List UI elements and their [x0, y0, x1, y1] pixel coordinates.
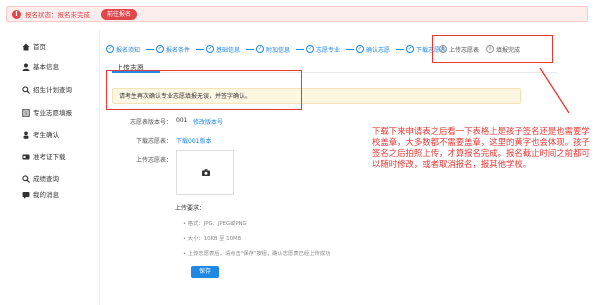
requirement-item: • 格式：JPG、JPEG或PNG: [183, 221, 247, 227]
step-label: 确认志愿: [366, 46, 391, 54]
annotation-highlight-steps: [432, 35, 553, 63]
form-icon: [22, 109, 30, 117]
step-preference-major[interactable]: ✓ 志愿专业: [306, 43, 340, 55]
magnifier-icon: [22, 175, 30, 183]
user-icon: [22, 63, 30, 71]
sidebar-item-label: 准考证下载: [33, 153, 66, 161]
version-value: 001: [176, 117, 188, 124]
sidebar-item-home[interactable]: 首页: [6, 39, 96, 55]
check-icon: ✓: [106, 45, 114, 53]
step-conditions[interactable]: ✓ 报名条件: [156, 43, 190, 55]
sidebar: 首页 基本信息 招生计划查询 专业志愿填报 考生确认 准考证下载 成绩查询 我的…: [6, 34, 96, 300]
edit-version-link[interactable]: 修改版本号: [193, 117, 223, 126]
home-icon: [22, 43, 30, 51]
check-icon: ✓: [306, 45, 314, 53]
sidebar-item-label: 招生计划查询: [33, 86, 72, 94]
sidebar-item-label: 专业志愿填报: [33, 109, 72, 117]
step-label: 基础信息: [216, 46, 241, 54]
step-connector: [296, 49, 304, 50]
annotation-text: 下载下来申请表之后看一下表格上是孩子签名还是也需要学校盖章，大多数都不需要盖章，…: [372, 126, 590, 169]
sidebar-item-label: 我的消息: [33, 191, 59, 199]
step-label: 附加信息: [266, 46, 291, 54]
download-version-link[interactable]: 下载001版本: [176, 136, 211, 145]
card-icon: [22, 153, 30, 161]
sidebar-item-basic-info[interactable]: 基本信息: [6, 59, 96, 75]
step-connector: [246, 49, 254, 50]
sidebar-item-messages[interactable]: 我的消息: [6, 187, 96, 203]
step-connector: [396, 49, 404, 50]
status-text: 报名状态：报名未完成: [25, 11, 90, 19]
sidebar-item-label: 基本信息: [33, 63, 59, 71]
sidebar-item-candidate-confirm[interactable]: 考生确认: [6, 127, 96, 143]
status-banner: ! 报名状态：报名未完成 前往报名: [6, 6, 588, 22]
warning-icon: !: [12, 10, 21, 19]
check-icon: ✓: [406, 45, 414, 53]
step-connector: [346, 49, 354, 50]
step-connector: [196, 49, 204, 50]
person-icon: [22, 131, 30, 139]
upload-label: 上传志愿表：: [135, 157, 172, 164]
sidebar-item-label: 考生确认: [33, 131, 59, 139]
step-label: 报名条件: [166, 46, 191, 54]
requirement-item: • 大小：10KB 至 10MB: [183, 236, 242, 242]
version-label: 志愿表版本号：: [129, 119, 172, 126]
sidebar-item-enrollment-plan[interactable]: 招生计划查询: [6, 82, 96, 98]
sidebar-item-label: 首页: [33, 43, 46, 51]
check-icon: ✓: [206, 45, 214, 53]
save-button[interactable]: 保存: [191, 266, 219, 278]
step-notice[interactable]: ✓ 报名须知: [106, 43, 140, 55]
sidebar-divider: [99, 30, 100, 305]
go-register-button[interactable]: 前往报名: [101, 9, 138, 20]
step-confirm-preference[interactable]: ✓ 确认志愿: [356, 43, 390, 55]
step-extra-info[interactable]: ✓ 附加信息: [256, 43, 290, 55]
upload-dropzone[interactable]: [176, 150, 234, 195]
step-connector: [146, 49, 154, 50]
check-icon: ✓: [356, 45, 364, 53]
sidebar-item-label: 成绩查询: [33, 175, 59, 183]
annotation-highlight-notice: [106, 70, 302, 110]
step-label: 志愿专业: [316, 46, 341, 54]
requirements-title: 上传要求：: [175, 205, 206, 212]
step-basic-info[interactable]: ✓ 基础信息: [206, 43, 240, 55]
download-label: 下载志愿表：: [135, 138, 172, 145]
check-icon: ✓: [156, 45, 164, 53]
camera-icon: [202, 169, 210, 176]
search-icon: [22, 86, 30, 94]
requirement-item: • 上传志愿表后，请点击"保存"按钮，确认志愿表已经上传成功: [183, 251, 331, 257]
sidebar-item-score-query[interactable]: 成绩查询: [6, 171, 96, 187]
sidebar-item-admission-ticket[interactable]: 准考证下载: [6, 149, 96, 165]
check-icon: ✓: [256, 45, 264, 53]
step-label: 报名须知: [116, 46, 141, 54]
message-icon: [22, 191, 30, 199]
sidebar-item-major-preference[interactable]: 专业志愿填报: [6, 105, 96, 121]
